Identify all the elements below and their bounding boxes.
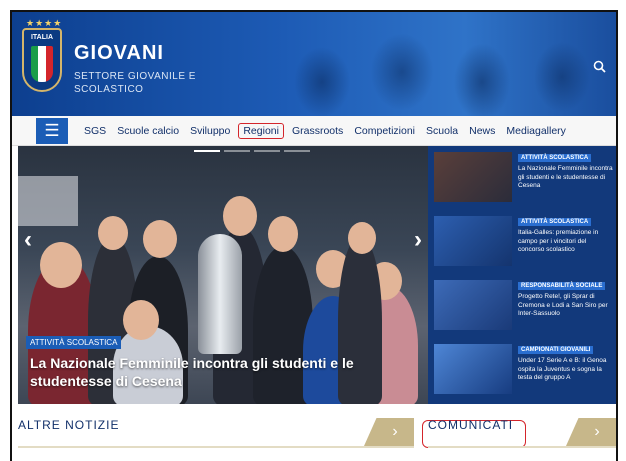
- section-divider: [428, 446, 616, 448]
- nav-item-regioni[interactable]: Regioni: [238, 123, 284, 139]
- hero-headline[interactable]: La Nazionale Femminile incontra gli stud…: [30, 354, 410, 390]
- site-title[interactable]: GIOVANI: [74, 42, 164, 65]
- trophy: [198, 234, 242, 354]
- slider-dot[interactable]: [224, 150, 250, 152]
- italian-flag-icon: [31, 46, 53, 82]
- nav-item-news[interactable]: News: [469, 125, 495, 137]
- nav-item-sviluppo[interactable]: Sviluppo: [190, 125, 230, 137]
- main-nav: ☰ SGS Scuole calcio Sviluppo Regioni Gra…: [12, 116, 616, 146]
- slider-dot[interactable]: [254, 150, 280, 152]
- side-news-item[interactable]: CAMPIONATI GIOVANILI Under 17 Serie A e …: [434, 340, 612, 400]
- side-news-item[interactable]: ATTIVITÀ SCOLASTICA Italia-Galles: premi…: [434, 212, 612, 272]
- stars-icon: ★★★★: [26, 18, 63, 28]
- news-headline[interactable]: Progetto Rete!, gli Sprar di Cremona e L…: [518, 293, 614, 319]
- comunicati-chevron-icon[interactable]: ›: [566, 418, 616, 446]
- side-news-item[interactable]: ATTIVITÀ SCOLASTICA La Nazionale Femmini…: [434, 148, 614, 208]
- section-title-altre-notizie[interactable]: ALTRE NOTIZIE: [18, 418, 119, 432]
- hamburger-icon[interactable]: ☰: [36, 118, 68, 144]
- nav-item-scuole-calcio[interactable]: Scuole calcio: [117, 125, 179, 137]
- nav-items: SGS Scuole calcio Sviluppo Regioni Grass…: [84, 116, 577, 146]
- logo-text: ITALIA: [30, 34, 54, 41]
- news-category-tag: RESPONSABILITÀ SOCIALE: [518, 282, 606, 290]
- news-thumbnail[interactable]: [434, 216, 512, 266]
- side-news-item[interactable]: RESPONSABILITÀ SOCIALE Progetto Rete!, g…: [434, 276, 612, 336]
- news-thumbnail[interactable]: [434, 152, 512, 202]
- hero-person-head: [123, 300, 159, 340]
- side-news-list: ATTIVITÀ SCOLASTICA La Nazionale Femmini…: [428, 146, 616, 404]
- nav-item-sgs[interactable]: SGS: [84, 125, 106, 137]
- figc-logo[interactable]: ★★★★ ITALIA: [22, 18, 62, 92]
- hero-category-tag[interactable]: ATTIVITÀ SCOLASTICA: [26, 336, 122, 349]
- slider-dot[interactable]: [284, 150, 310, 152]
- hero-slider[interactable]: ‹ › ATTIVITÀ SCOLASTICA La Nazionale Fem…: [18, 146, 428, 404]
- news-category-tag: ATTIVITÀ SCOLASTICA: [518, 218, 592, 226]
- bottom-sections: ALTRE NOTIZIE › COMUNICATI ›: [12, 404, 616, 461]
- slider-dots: [194, 150, 310, 152]
- hero-person-head: [223, 196, 257, 236]
- hero-background-sign: [18, 176, 78, 226]
- header-banner-image: [262, 12, 616, 116]
- nav-item-scuola[interactable]: Scuola: [426, 125, 458, 137]
- news-headline[interactable]: Italia-Galles: premiazione in campo per …: [518, 229, 614, 255]
- hero-person-head: [348, 222, 376, 254]
- news-headline[interactable]: La Nazionale Femminile incontra gli stud…: [518, 165, 614, 191]
- news-headline[interactable]: Under 17 Serie A e B: il Genoa ospita la…: [518, 357, 614, 383]
- news-thumbnail[interactable]: [434, 280, 512, 330]
- hero-person-head: [268, 216, 298, 252]
- next-arrow-icon[interactable]: ›: [414, 226, 422, 254]
- nav-item-competizioni[interactable]: Competizioni: [354, 125, 415, 137]
- nav-item-mediagallery[interactable]: Mediagallery: [506, 125, 566, 137]
- slider-dot[interactable]: [194, 150, 220, 152]
- hero-person-head: [143, 220, 177, 258]
- news-category-tag: CAMPIONATI GIOVANILI: [518, 346, 594, 354]
- page-frame: ★★★★ ITALIA GIOVANI SETTORE GIOVANILE E …: [10, 10, 618, 461]
- nav-item-grassroots[interactable]: Grassroots: [292, 125, 343, 137]
- section-title-comunicati[interactable]: COMUNICATI: [428, 418, 513, 432]
- site-subtitle: SETTORE GIOVANILE E SCOLASTICO: [74, 71, 196, 95]
- prev-arrow-icon[interactable]: ‹: [24, 226, 32, 254]
- altre-notizie-chevron-icon[interactable]: ›: [364, 418, 414, 446]
- hero-person-head: [98, 216, 128, 250]
- news-thumbnail[interactable]: [434, 344, 512, 394]
- hero-person-head: [40, 242, 82, 288]
- search-icon[interactable]: [590, 60, 608, 78]
- site-header: ★★★★ ITALIA GIOVANI SETTORE GIOVANILE E …: [12, 12, 616, 116]
- section-divider: [18, 446, 414, 448]
- news-category-tag: ATTIVITÀ SCOLASTICA: [518, 154, 592, 162]
